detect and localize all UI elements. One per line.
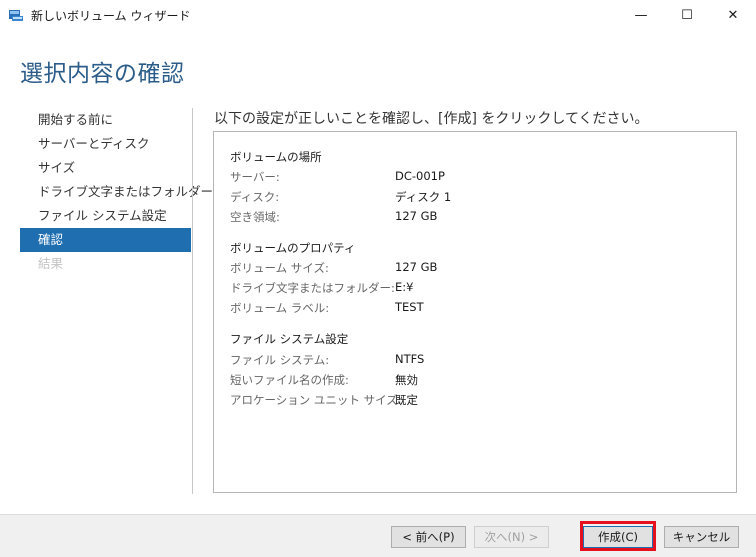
instruction-text: 以下の設定が正しいことを確認し、[作成] をクリックしてください。	[214, 111, 649, 127]
summary-value: 127 GB	[395, 209, 438, 223]
previous-button[interactable]: < 前へ(P)	[391, 526, 466, 548]
summary-value: DC-001P	[395, 169, 445, 183]
create-button[interactable]: 作成(C)	[583, 526, 653, 548]
nav-item-confirmation[interactable]: 確認	[20, 228, 191, 252]
page-title: 選択内容の確認	[20, 61, 185, 87]
cancel-button[interactable]: キャンセル	[664, 526, 739, 548]
summary-label: ボリューム ラベル:	[230, 301, 330, 315]
volume-wizard-icon	[9, 10, 23, 21]
summary-value: TEST	[395, 300, 424, 314]
nav-item-file-system[interactable]: ファイル システム設定	[20, 204, 191, 228]
next-button[interactable]: 次へ(N) >	[474, 526, 549, 548]
summary-value: 既定	[395, 393, 418, 407]
footer-bar: < 前へ(P) 次へ(N) > 作成(C) キャンセル	[0, 514, 756, 557]
summary-label: アロケーション ユニット サイズ:	[230, 393, 402, 407]
title-bar: 新しいボリューム ウィザード — ☐ ✕	[0, 0, 756, 30]
summary-label: ドライブ文字またはフォルダー:	[230, 281, 395, 295]
section-title-file-system-settings: ファイル システム設定	[230, 332, 349, 346]
summary-value: 127 GB	[395, 260, 438, 274]
summary-label: 空き領域:	[230, 210, 280, 224]
summary-label: サーバー:	[230, 170, 280, 184]
summary-label: ディスク:	[230, 190, 280, 204]
maximize-button[interactable]: ☐	[664, 0, 710, 30]
section-title-volume-properties: ボリュームのプロパティ	[230, 241, 356, 255]
summary-panel: ボリュームの場所 サーバー: DC-001P ディスク: ディスク 1 空き領域…	[213, 131, 737, 493]
nav-item-before-you-begin[interactable]: 開始する前に	[20, 108, 191, 132]
summary-label: ファイル システム:	[230, 353, 330, 367]
section-title-volume-location: ボリュームの場所	[230, 150, 322, 164]
nav-item-drive-letter[interactable]: ドライブ文字またはフォルダー	[20, 180, 213, 204]
nav-item-size[interactable]: サイズ	[20, 156, 191, 180]
summary-value: 無効	[395, 373, 418, 387]
summary-value: E:¥	[395, 280, 414, 294]
wizard-nav: 開始する前に サーバーとディスク サイズ ドライブ文字またはフォルダー ファイル…	[20, 108, 213, 276]
nav-item-server-and-disk[interactable]: サーバーとディスク	[20, 132, 191, 156]
summary-value: ディスク 1	[395, 190, 452, 204]
summary-label: ボリューム サイズ:	[230, 261, 329, 275]
nav-divider	[192, 108, 193, 494]
window-title: 新しいボリューム ウィザード	[31, 9, 191, 23]
nav-item-results: 結果	[38, 256, 64, 271]
summary-value: NTFS	[395, 352, 425, 366]
minimize-button[interactable]: —	[618, 0, 664, 30]
summary-label: 短いファイル名の作成:	[230, 373, 349, 387]
close-button[interactable]: ✕	[710, 0, 756, 30]
